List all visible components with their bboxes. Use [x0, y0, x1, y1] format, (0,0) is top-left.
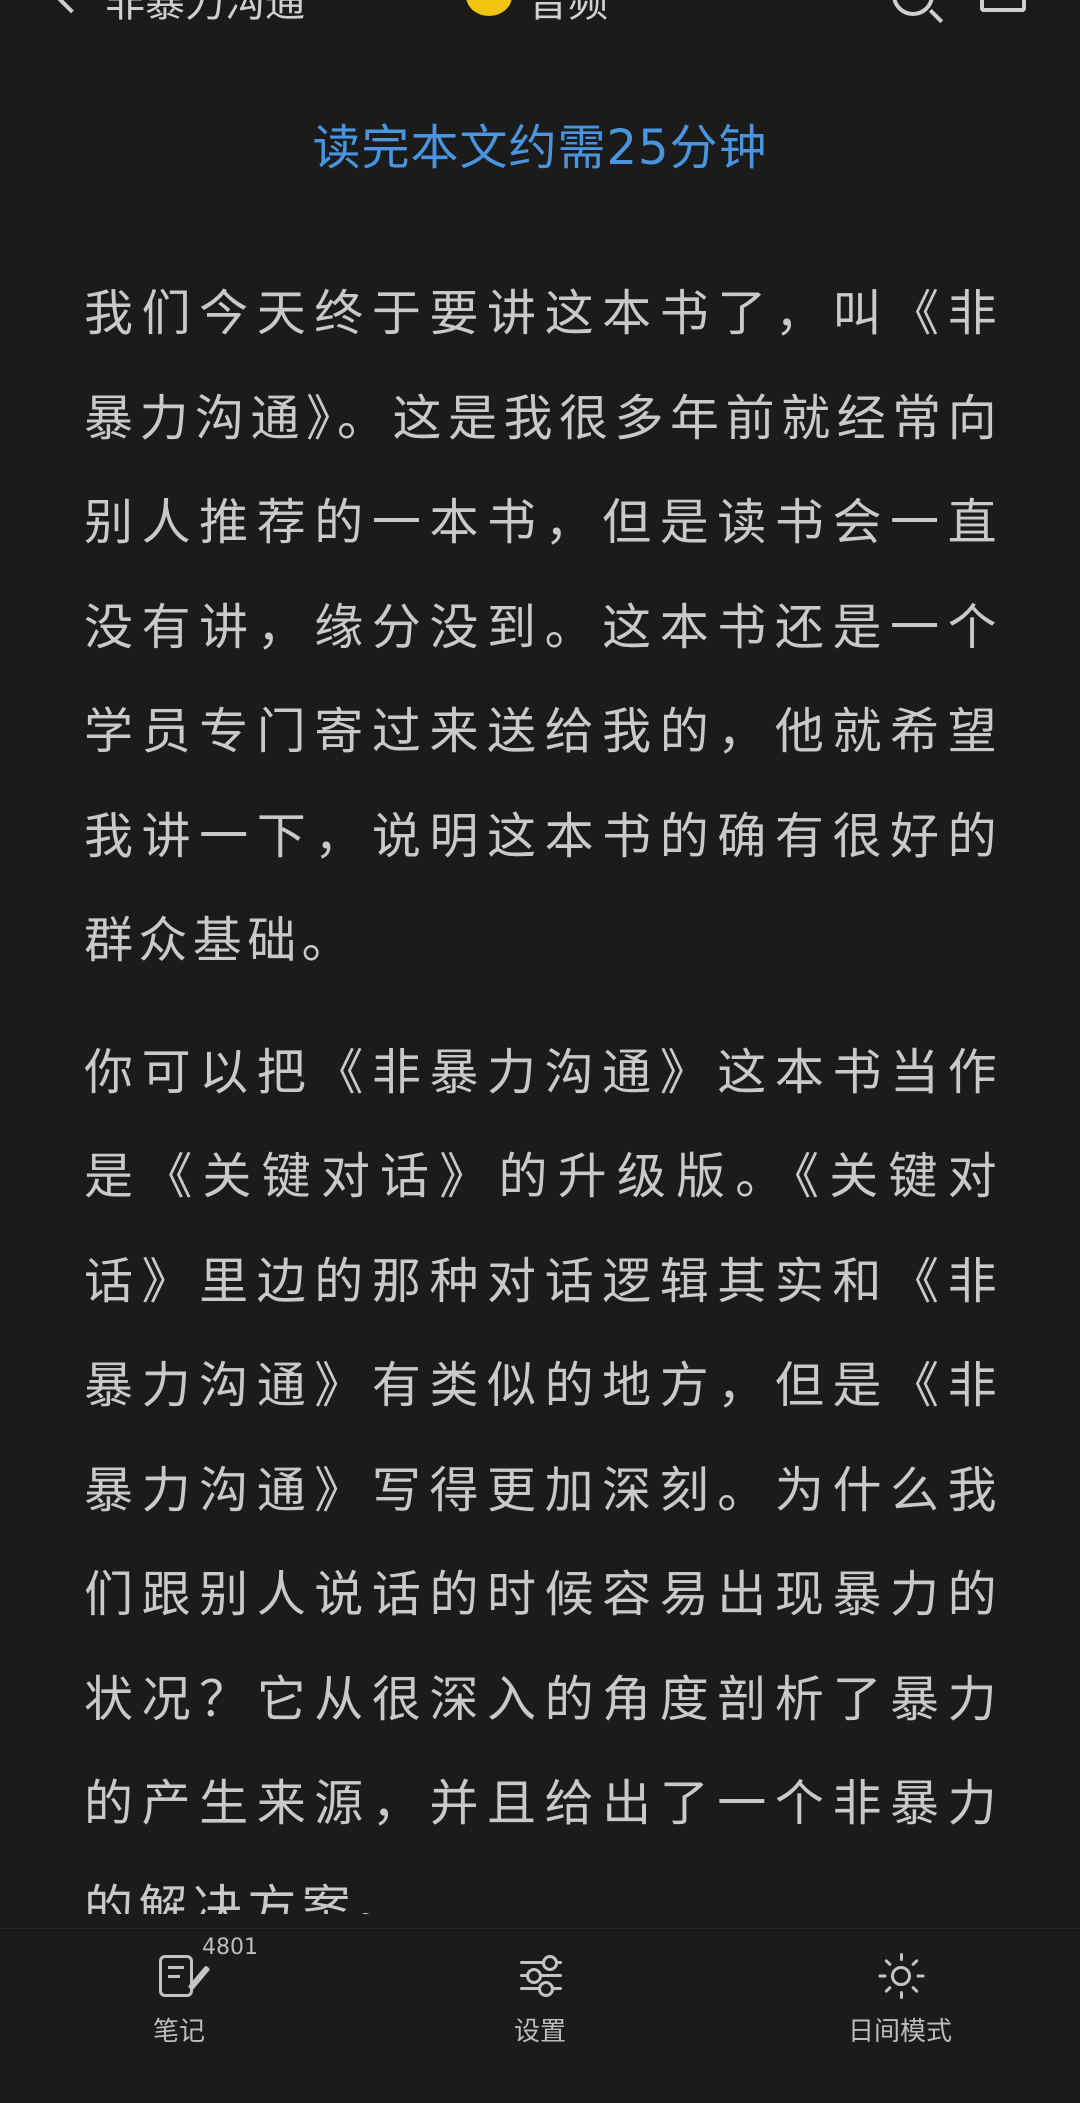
- audio-icon[interactable]: [466, 0, 512, 16]
- article-body: 我们今天终于要讲这本书了，叫《非暴力沟通》。这是我很多年前就经常向别人推荐的一本…: [84, 262, 1002, 1914]
- settings-button[interactable]: 设置: [440, 1929, 640, 2103]
- notes-button[interactable]: 4801 笔记: [79, 1929, 279, 2103]
- search-icon[interactable]: [892, 0, 934, 16]
- day-mode-label: 日间模式: [847, 2017, 952, 2047]
- notes-label: 笔记: [152, 2017, 205, 2047]
- bottom-toolbar: 4801 笔记 设置 日间模式: [0, 1928, 1080, 2103]
- back-icon[interactable]: [52, 0, 90, 14]
- day-mode-button[interactable]: 日间模式: [800, 1929, 1000, 2103]
- article-paragraph: 我们今天终于要讲这本书了，叫《非暴力沟通》。这是我很多年前就经常向别人推荐的一本…: [84, 285, 1002, 969]
- share-icon[interactable]: [980, 0, 1026, 12]
- note-icon: [159, 1955, 211, 1997]
- notes-count-badge: 4801: [202, 1935, 258, 1960]
- settings-label: 设置: [513, 2017, 566, 2047]
- sliders-icon: [520, 1955, 562, 1997]
- header-title: 非暴力沟通: [105, 0, 305, 26]
- read-time-label: 读完本文约需25分钟: [312, 120, 768, 176]
- sun-icon: [878, 1953, 924, 1999]
- audio-button[interactable]: 音频: [528, 0, 608, 28]
- article-paragraph: 你可以把《非暴力沟通》这本书当作是《关键对话》的升级版。《关键对话》里边的那种对…: [84, 1043, 1002, 1915]
- top-bar: 非暴力沟通 音频: [0, 0, 1080, 30]
